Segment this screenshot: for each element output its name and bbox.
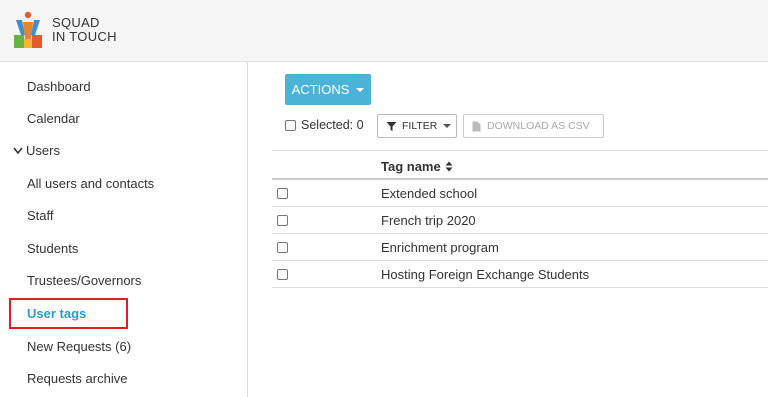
caret-down-icon [356, 87, 365, 92]
file-icon [472, 121, 481, 131]
column-header-tag-name[interactable]: Tag name [381, 159, 453, 174]
sidebar-item-calendar[interactable]: Calendar [27, 111, 80, 126]
brand-line-1: SQUAD [52, 15, 100, 30]
sidebar-item-new-requests[interactable]: New Requests (6) [27, 339, 131, 354]
brand-line-2: IN TOUCH [52, 29, 117, 44]
row-checkbox[interactable] [277, 242, 288, 253]
brand-name: SQUAD IN TOUCH [52, 16, 117, 44]
selection-status: Selected: 0 [285, 118, 364, 132]
row-checkbox[interactable] [277, 269, 288, 280]
tag-name-cell: Enrichment program [381, 240, 499, 255]
column-header-label: Tag name [381, 159, 441, 174]
sidebar: Dashboard Calendar Users All users and c… [0, 62, 248, 397]
selected-count-label: Selected: 0 [301, 118, 364, 132]
table-row[interactable]: Extended school [272, 180, 768, 207]
main-content: ACTIONS Selected: 0 FILTER DOWNLOAD AS C… [249, 62, 768, 397]
sidebar-item-students[interactable]: Students [27, 241, 78, 256]
tag-name-cell: Extended school [381, 186, 478, 201]
highlight-annotation-box [9, 298, 128, 329]
download-csv-button[interactable]: DOWNLOAD AS CSV [463, 114, 604, 138]
chevron-down-icon [13, 147, 23, 154]
app-header: SQUAD IN TOUCH [0, 0, 768, 62]
table-row[interactable]: French trip 2020 [272, 207, 768, 234]
download-csv-label: DOWNLOAD AS CSV [487, 120, 590, 132]
select-all-checkbox[interactable] [285, 119, 296, 131]
table-row[interactable]: Enrichment program [272, 234, 768, 261]
filter-button[interactable]: FILTER [377, 114, 457, 138]
sidebar-item-staff[interactable]: Staff [27, 208, 54, 223]
actions-button[interactable]: ACTIONS [285, 74, 371, 105]
tag-name-cell: French trip 2020 [381, 213, 476, 228]
sidebar-item-trustees[interactable]: Trustees/Governors [27, 273, 141, 288]
sidebar-item-users-label: Users [26, 143, 60, 158]
sidebar-item-all-users[interactable]: All users and contacts [27, 176, 154, 191]
filter-label: FILTER [402, 120, 438, 132]
table-header: Tag name [272, 150, 768, 180]
sort-icon [445, 161, 453, 172]
caret-down-icon [443, 124, 452, 128]
row-checkbox[interactable] [277, 188, 288, 199]
filter-icon [386, 121, 397, 131]
actions-label: ACTIONS [291, 82, 350, 97]
sidebar-item-dashboard[interactable]: Dashboard [27, 79, 91, 94]
sidebar-item-users[interactable]: Users [12, 143, 60, 158]
sidebar-item-requests-archive[interactable]: Requests archive [27, 371, 127, 386]
brand-logo[interactable]: SQUAD IN TOUCH [12, 11, 117, 49]
table-row[interactable]: Hosting Foreign Exchange Students [272, 261, 768, 288]
tags-table: Tag name Extended school French trip 202… [272, 150, 768, 288]
squad-logo-icon [14, 11, 42, 48]
row-checkbox[interactable] [277, 215, 288, 226]
tag-name-cell: Hosting Foreign Exchange Students [381, 267, 590, 282]
